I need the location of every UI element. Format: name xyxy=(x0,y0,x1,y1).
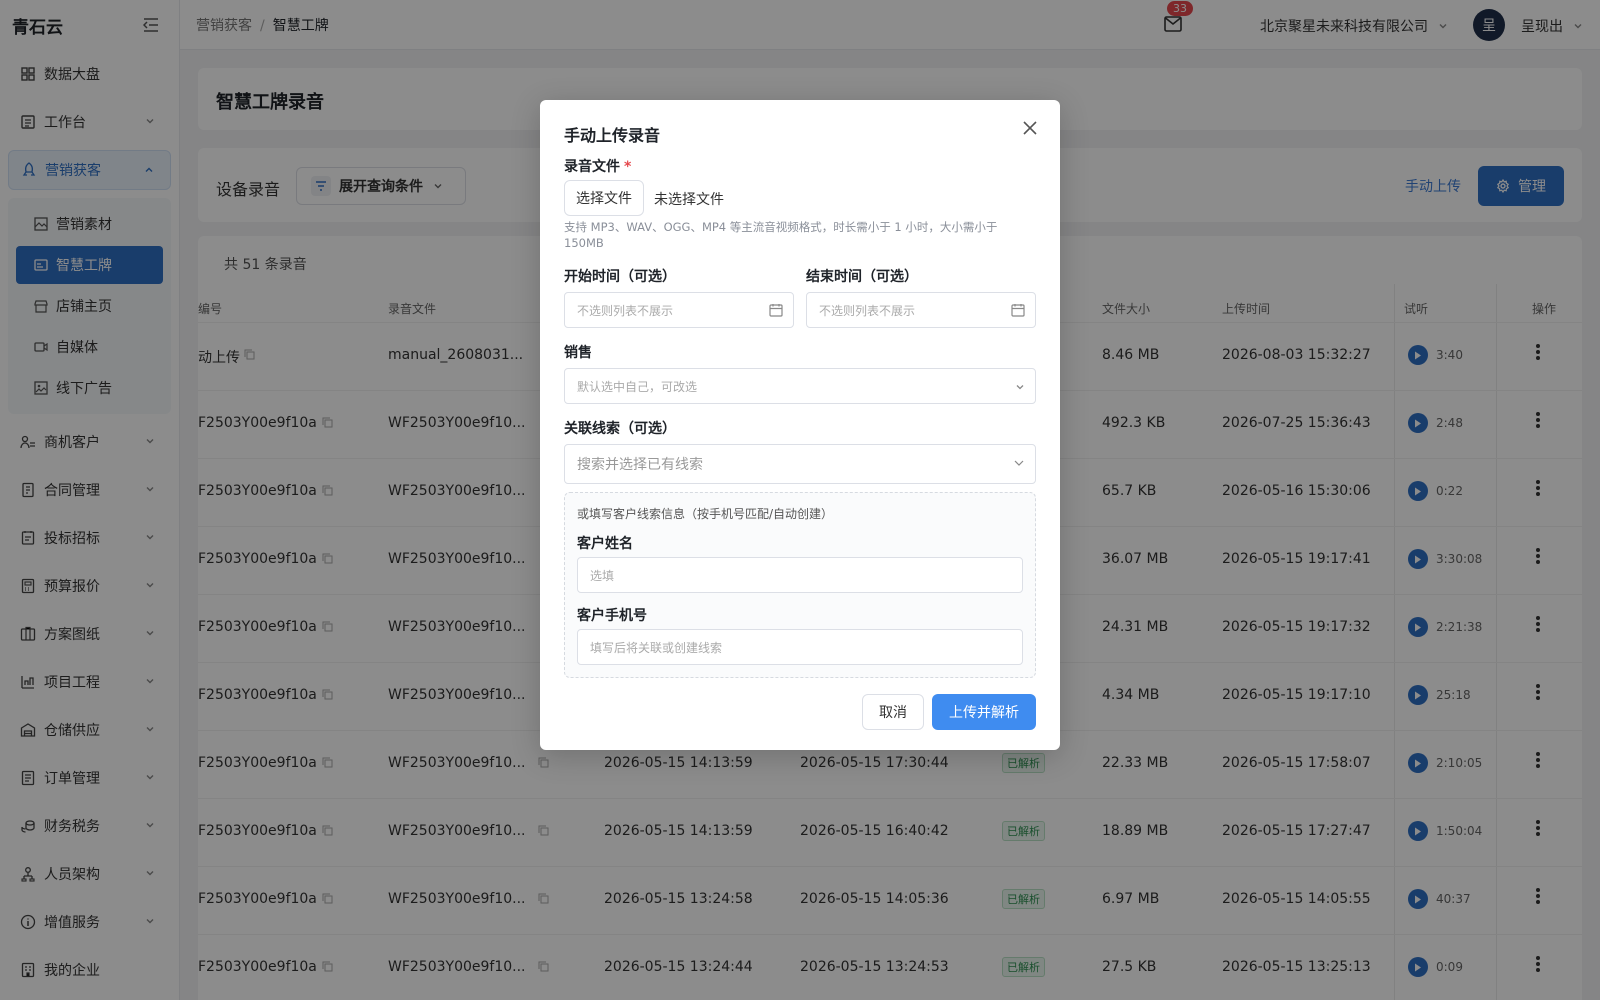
customer-phone-label: 客户手机号 xyxy=(577,608,647,624)
choose-file-button[interactable]: 选择文件 xyxy=(564,180,644,216)
start-time-picker[interactable]: 不选则列表不展示 xyxy=(564,292,794,328)
file-label-text: 录音文件 xyxy=(564,159,620,175)
close-icon[interactable] xyxy=(1022,120,1038,136)
file-hint: 支持 MP3、WAV、OGG、MP4 等主流音视频格式，时长需小于 1 小时，大… xyxy=(564,220,998,250)
customer-phone-input[interactable]: 填写后将关联或创建线索 xyxy=(577,629,1023,665)
dialog-title: 手动上传录音 xyxy=(564,126,661,145)
customer-name-input[interactable]: 选填 xyxy=(577,557,1023,593)
customer-info-box: 或填写客户线索信息（按手机号匹配/自动创建） 客户姓名 选填 客户手机号 填写后… xyxy=(564,492,1036,678)
chevron-down-icon xyxy=(1016,385,1024,390)
start-time-label: 开始时间（可选） xyxy=(564,269,676,285)
start-time-placeholder: 不选则列表不展示 xyxy=(577,303,674,318)
end-time-picker[interactable]: 不选则列表不展示 xyxy=(806,292,1036,328)
customer-name-placeholder: 选填 xyxy=(590,568,615,583)
upload-parse-button[interactable]: 上传并解析 xyxy=(932,694,1036,730)
calendar-icon xyxy=(1011,304,1025,317)
customer-name-label: 客户姓名 xyxy=(577,536,633,552)
calendar-icon xyxy=(769,304,783,317)
required-mark: * xyxy=(624,159,632,175)
lead-placeholder: 搜索并选择已有线索 xyxy=(577,457,703,473)
file-label: 录音文件 * xyxy=(564,156,631,176)
cancel-button[interactable]: 取消 xyxy=(862,694,924,730)
upload-dialog: 手动上传录音 录音文件 * 选择文件 未选择文件 支持 MP3、WAV、OGG、M… xyxy=(540,100,1060,750)
chevron-down-icon xyxy=(1014,460,1024,466)
lead-search-select[interactable]: 搜索并选择已有线索 xyxy=(564,444,1036,484)
sales-placeholder: 默认选中自己，可改选 xyxy=(577,379,698,394)
customer-info-hint: 或填写客户线索信息（按手机号匹配/自动创建） xyxy=(577,507,834,521)
customer-phone-placeholder: 填写后将关联或创建线索 xyxy=(590,640,723,655)
sales-label: 销售 xyxy=(564,345,592,361)
lead-label: 关联线索（可选） xyxy=(564,421,676,437)
file-status: 未选择文件 xyxy=(654,192,724,208)
end-time-placeholder: 不选则列表不展示 xyxy=(819,303,916,318)
sales-select[interactable]: 默认选中自己，可改选 xyxy=(564,368,1036,404)
end-time-label: 结束时间（可选） xyxy=(806,269,918,285)
